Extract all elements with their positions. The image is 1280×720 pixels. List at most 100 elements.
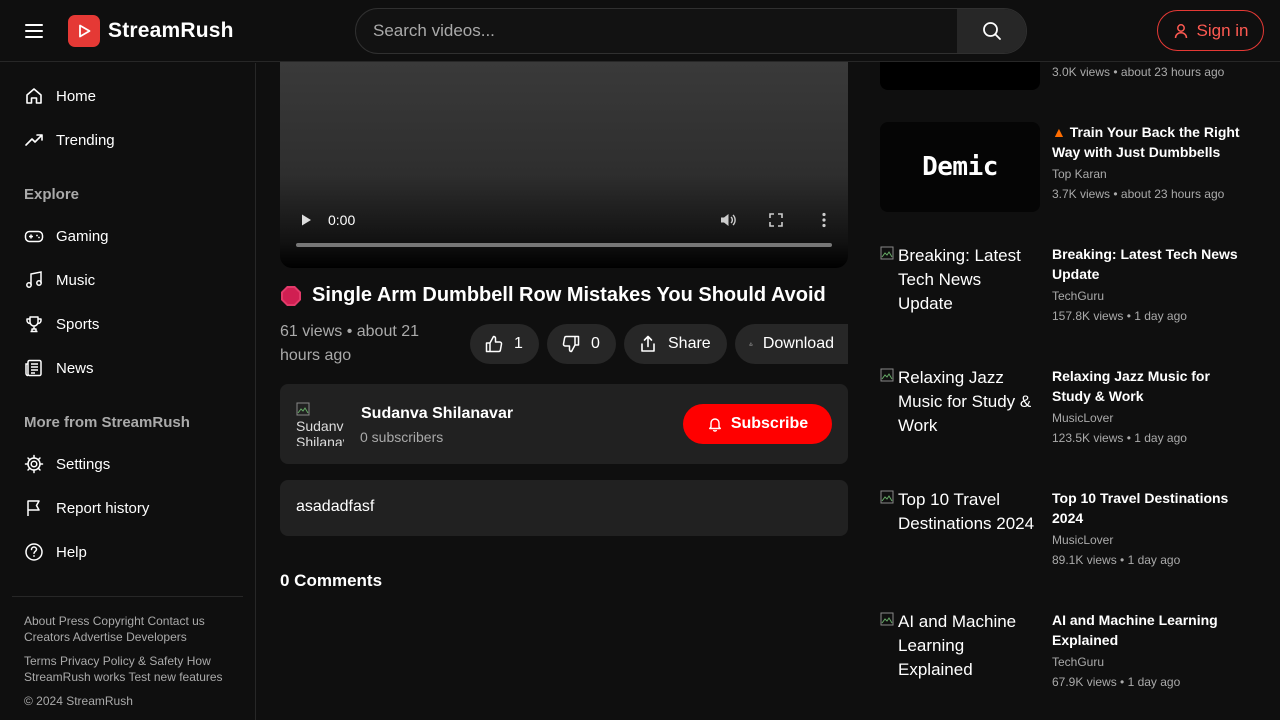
sidebar-item-sports[interactable]: Sports [12,304,242,344]
fullscreen-icon [769,213,783,227]
like-button[interactable]: 1 [470,324,539,364]
sidebar-item-label: Report history [56,499,150,517]
fullscreen-button[interactable] [766,210,786,230]
bell-icon [708,418,721,432]
rec-stats: 3.7K views • about 23 hours ago [1052,187,1225,201]
sidebar-item-label: News [56,359,94,377]
video-title: Single Arm Dumbbell Row Mistakes You Sho… [312,284,826,306]
footer-links-primary: About Press Copyright Contact us Creator… [24,613,234,645]
rec-channel[interactable]: TechGuru [1052,289,1104,303]
main-content: 0:00 Single Arm Dumbbell Row Mistakes Yo… [256,0,1280,720]
channel-card: Sudanva Shilanavar Sudanva Shilanavar 0 … [280,384,848,464]
logo[interactable]: StreamRush [68,15,234,47]
rec-thumbnail[interactable]: Top 10 Travel Destinations 2024 [880,488,1040,578]
rec-stats: 89.1K views • 1 day ago [1052,553,1181,567]
rec-thumbnail-alt: Breaking: Latest Tech News Update [898,246,1021,313]
rec-thumbnail[interactable]: Breaking: Latest Tech News Update [880,244,1040,334]
sidebar-item-home[interactable]: Home [12,76,242,116]
footer-links-secondary: Terms Privacy Policy & Safety How Stream… [24,653,234,685]
trending-icon [24,130,44,150]
avatar-alt-text: Sudanva Shilanavar [296,418,344,446]
rec-channel[interactable]: MusicLover [1052,533,1113,547]
volume-icon [721,214,736,226]
top-header: StreamRush Sign in [0,0,1280,62]
rec-title-text: Train Your Back the Right Way with Just … [1052,124,1240,160]
mute-button[interactable] [718,210,738,230]
play-button[interactable] [296,210,316,230]
share-button[interactable]: Share [624,324,727,364]
sidebar-item-label: Gaming [56,227,109,245]
download-button[interactable]: Download [735,324,848,364]
rec-thumbnail[interactable]: Relaxing Jazz Music for Study & Work [880,366,1040,456]
rec-title[interactable]: AI and Machine Learning Explained [1052,610,1252,650]
progress-bar[interactable] [296,243,832,247]
avatar[interactable]: Sudanva Shilanavar [296,402,344,446]
sidebar-item-label: Music [56,271,96,289]
footer-link[interactable]: Press [59,614,90,628]
download-icon [749,342,753,346]
sidebar-item-music[interactable]: Music [12,260,242,300]
channel-name[interactable]: Sudanva Shilanavar [361,405,513,423]
rec-channel[interactable]: MusicLover [1052,411,1113,425]
rec-title[interactable]: Top 10 Travel Destinations 2024 [1052,488,1252,528]
rec-thumbnail-alt: AI and Machine Learning Explained [898,612,1017,679]
hamburger-icon [25,24,43,38]
thumbs-down-icon [562,335,580,353]
footer-link[interactable]: Test new features [129,670,223,684]
like-count: 1 [514,335,523,352]
search-input[interactable] [356,9,957,53]
more-options-button[interactable] [814,210,834,230]
rec-title[interactable]: Breaking: Latest Tech News Update [1052,244,1252,284]
search-icon [982,22,1001,40]
sidebar-item-gaming[interactable]: Gaming [12,216,242,256]
gamepad-icon [24,226,44,246]
current-time: 0:00 [328,212,356,228]
rec-title[interactable]: Relaxing Jazz Music for Study & Work [1052,366,1252,406]
footer-link[interactable]: Terms [24,654,57,668]
download-label: Download [762,335,834,352]
rec-stats: 67.9K views • 1 day ago [1052,675,1181,689]
trophy-icon [24,314,44,334]
share-icon [641,335,655,352]
help-circle-icon [24,542,44,562]
rec-thumbnail[interactable]: Demic [880,122,1040,212]
sidebar-item-trending[interactable]: Trending [12,120,242,160]
search-button[interactable] [957,9,1026,53]
sign-in-label: Sign in [1196,20,1249,40]
sidebar-item-label: Home [56,87,97,105]
play-icon [302,214,311,226]
footer-link[interactable]: About [24,614,55,628]
rec-thumbnail[interactable]: AI and Machine Learning Explained [880,610,1040,700]
sign-in-button[interactable]: Sign in [1157,10,1264,51]
rec-stats: 157.8K views • 1 day ago [1052,309,1187,323]
home-icon [24,86,44,106]
rec-channel[interactable]: Top Karan [1052,167,1107,181]
broken-image-icon [880,246,894,260]
footer-link[interactable]: Developers [126,630,187,644]
dislike-button[interactable]: 0 [547,324,616,364]
menu-button[interactable] [22,19,46,43]
footer-link[interactable]: Copyright [93,614,144,628]
section-title-more: More from StreamRush [24,414,190,431]
video-description[interactable]: asadadfasf [280,480,848,536]
gear-icon [24,454,44,474]
video-player[interactable]: 0:00 [280,60,848,268]
rec-stats: 3.0K views • about 23 hours ago [1052,65,1225,79]
sidebar-item-news[interactable]: News [12,348,242,388]
sidebar-item-settings[interactable]: Settings [12,444,242,484]
footer-link[interactable]: Contact us [147,614,204,628]
subscriber-count: 0 subscribers [360,429,444,445]
sidebar-item-report-history[interactable]: Report history [12,488,242,528]
sidebar-item-label: Settings [56,455,111,473]
play-logo-icon [68,15,100,47]
rec-channel[interactable]: TechGuru [1052,655,1104,669]
sidebar-item-help[interactable]: Help [12,532,242,572]
sidebar-item-label: Trending [56,131,115,149]
logo-text: StreamRush [108,19,234,42]
footer-link[interactable]: Creators [24,630,70,644]
footer-link[interactable]: Advertise [73,630,123,644]
video-meta: 61 views • about 21 hours ago [280,323,420,364]
footer-link[interactable]: Privacy Policy & Safety [60,654,183,668]
subscribe-button[interactable]: Subscribe [683,404,832,444]
rec-title[interactable]: ▲ Train Your Back the Right Way with Jus… [1052,122,1252,162]
